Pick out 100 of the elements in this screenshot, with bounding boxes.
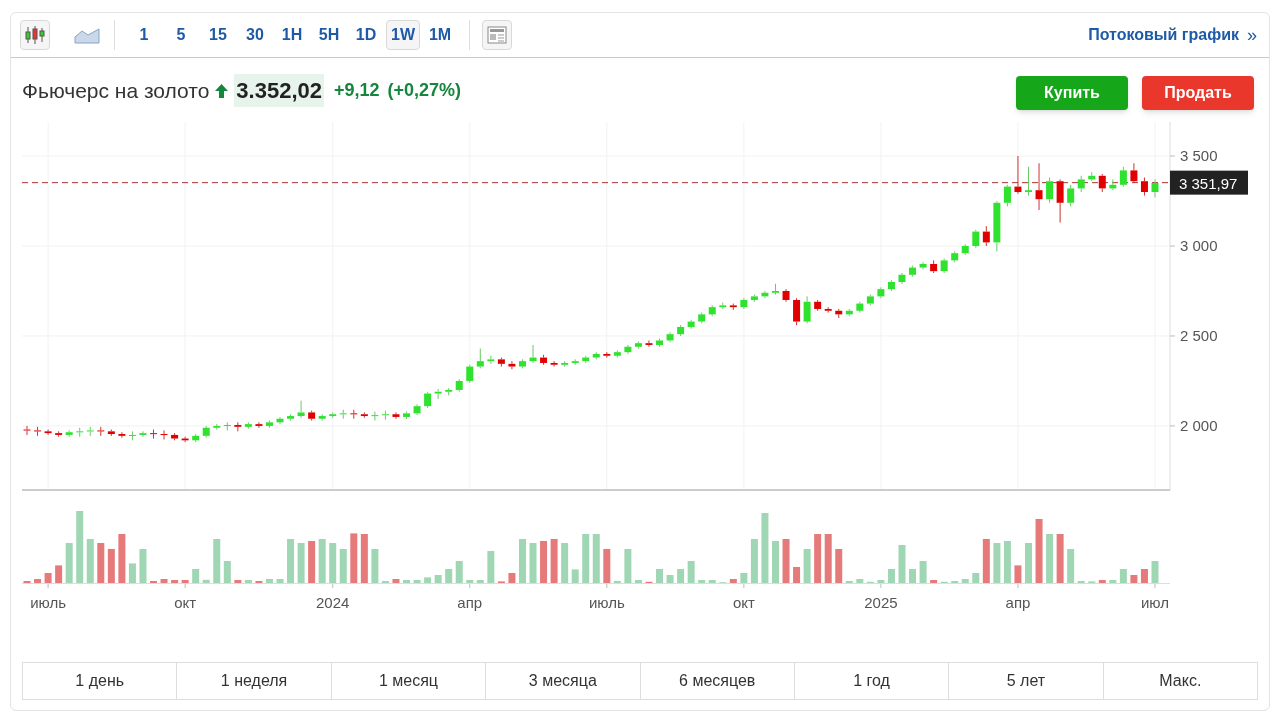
interval-button[interactable]: 5H <box>312 20 346 50</box>
candle <box>455 378 463 393</box>
candle <box>287 413 295 422</box>
interval-button[interactable]: 5 <box>164 20 198 50</box>
candle <box>814 299 822 312</box>
candle <box>1088 171 1096 182</box>
candle <box>97 426 105 437</box>
candle <box>824 306 832 314</box>
candle <box>772 283 779 296</box>
news-button[interactable] <box>482 20 512 50</box>
interval-button[interactable]: 1M <box>423 20 457 50</box>
candle <box>529 344 537 364</box>
range-button[interactable]: 3 месяца <box>485 663 640 699</box>
candle <box>1098 173 1106 193</box>
range-button[interactable]: 1 год <box>793 663 949 699</box>
candlestick-chart-button[interactable] <box>20 20 50 50</box>
candle <box>1056 178 1064 224</box>
candle <box>34 426 42 437</box>
range-button[interactable]: 5 лет <box>948 663 1103 699</box>
interval-button[interactable]: 30 <box>238 20 272 50</box>
candle <box>909 265 917 278</box>
candle <box>150 429 157 440</box>
candle <box>255 421 263 429</box>
area-chart-icon <box>74 26 100 44</box>
candle <box>466 364 474 384</box>
newspaper-icon <box>487 26 507 44</box>
candle <box>961 243 969 256</box>
range-button[interactable]: 1 неделя <box>176 663 331 699</box>
candle <box>1151 178 1159 198</box>
candle <box>1046 177 1054 204</box>
candle <box>729 303 737 311</box>
interval-button[interactable]: 1H <box>275 20 309 50</box>
candle <box>65 429 73 438</box>
interval-button[interactable]: 1W <box>386 20 420 50</box>
candle <box>244 421 252 430</box>
candle <box>571 358 579 366</box>
last-price: 3.352,02 <box>234 74 324 107</box>
candle <box>972 229 980 249</box>
interval-button[interactable]: 1D <box>349 20 383 50</box>
candle <box>350 409 358 420</box>
candle <box>371 411 379 422</box>
candle <box>403 411 410 420</box>
candle <box>919 261 927 270</box>
candle <box>1130 162 1138 184</box>
candle <box>329 411 337 419</box>
candle <box>519 358 526 369</box>
candle <box>582 355 590 364</box>
candle <box>856 301 864 314</box>
ref-line-label: 3 351,97 <box>1179 174 1238 192</box>
interval-button[interactable]: 1 <box>127 20 161 50</box>
candle <box>656 338 663 348</box>
candle <box>434 388 442 400</box>
candle <box>476 348 484 369</box>
candle <box>645 339 653 348</box>
range-button[interactable]: 6 месяцев <box>639 663 794 699</box>
interval-button[interactable]: 15 <box>201 20 235 50</box>
candle <box>866 294 874 306</box>
candle <box>887 279 895 292</box>
candle <box>44 429 52 436</box>
streaming-chart-link[interactable]: Потоковый график » <box>1088 21 1257 49</box>
x-axis-label: окт <box>174 594 197 611</box>
candle <box>118 431 126 439</box>
range-button[interactable]: 1 день <box>23 663 177 699</box>
candle <box>1140 177 1148 197</box>
chevron-icon: » <box>1247 21 1257 49</box>
candlestick-icon <box>24 24 46 46</box>
y-axis-label: 3 500 <box>1180 147 1218 164</box>
candle <box>308 410 316 422</box>
candle <box>993 200 1001 252</box>
candle <box>561 360 569 368</box>
candle <box>392 411 400 420</box>
last-price-tag: 3 351,97 <box>1170 170 1248 195</box>
candle <box>234 421 242 432</box>
candle <box>276 416 284 425</box>
candle <box>1119 166 1127 188</box>
candle <box>624 344 632 355</box>
candle <box>613 349 621 359</box>
sell-button[interactable]: Продать <box>1142 76 1254 110</box>
candle <box>297 400 305 419</box>
range-button[interactable]: Макс. <box>1102 663 1257 699</box>
candle <box>1014 155 1022 195</box>
candle <box>445 387 453 396</box>
candle <box>793 297 801 326</box>
candle <box>181 436 189 443</box>
candle <box>339 409 347 420</box>
candle <box>898 272 906 285</box>
candle <box>951 250 959 263</box>
candle <box>424 391 432 409</box>
candle <box>708 304 716 317</box>
candle <box>550 360 558 368</box>
candle <box>750 294 758 303</box>
candle <box>698 312 706 324</box>
candle <box>677 324 685 337</box>
candle <box>930 259 938 274</box>
candle <box>592 351 600 360</box>
candle <box>508 360 516 370</box>
x-axis-label: апр <box>1005 594 1031 611</box>
candle <box>213 423 221 431</box>
x-axis-label: 2024 <box>316 594 350 611</box>
range-button[interactable]: 1 месяц <box>330 663 486 699</box>
